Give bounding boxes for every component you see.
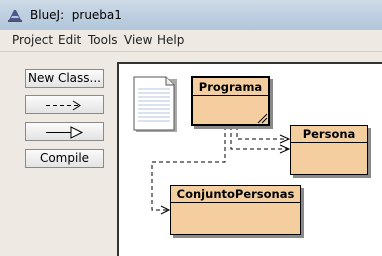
menu-view[interactable]: View <box>124 33 152 47</box>
inheritance-arrow-icon <box>46 126 84 139</box>
new-class-label: New Class... <box>27 71 101 85</box>
menu-help[interactable]: Help <box>157 33 184 47</box>
inheritance-arrow-button[interactable] <box>25 122 104 141</box>
tool-panel: New Class... Compile <box>0 52 116 256</box>
compile-label: Compile <box>39 151 90 165</box>
title-bar[interactable]: BlueJ: prueba1 <box>0 0 382 30</box>
menu-tools[interactable]: Tools <box>88 33 118 47</box>
class-box-programa[interactable]: Programa <box>191 76 270 126</box>
class-name-programa: Programa <box>193 79 268 96</box>
compile-button[interactable]: Compile <box>25 149 104 168</box>
menu-bar: Project Edit Tools View Help <box>0 30 382 52</box>
main-class-corner-icon <box>257 113 268 124</box>
class-diagram-canvas[interactable]: Programa Persona ConjuntoPersonas <box>117 62 382 256</box>
new-class-button[interactable]: New Class... <box>25 69 104 88</box>
window-title: BlueJ: prueba1 <box>30 8 122 22</box>
dashed-arrow-icon <box>46 100 81 111</box>
menu-edit[interactable]: Edit <box>58 33 81 47</box>
class-box-conjuntopersonas[interactable]: ConjuntoPersonas <box>170 185 301 235</box>
class-name-conjuntopersonas: ConjuntoPersonas <box>171 186 300 203</box>
menu-project[interactable]: Project <box>12 33 53 47</box>
class-name-persona: Persona <box>291 126 367 143</box>
bluej-window: BlueJ: prueba1 Project Edit Tools View H… <box>0 0 382 256</box>
uses-arrow-button[interactable] <box>25 95 104 114</box>
class-box-persona[interactable]: Persona <box>290 125 368 175</box>
bluej-app-icon <box>8 10 22 22</box>
